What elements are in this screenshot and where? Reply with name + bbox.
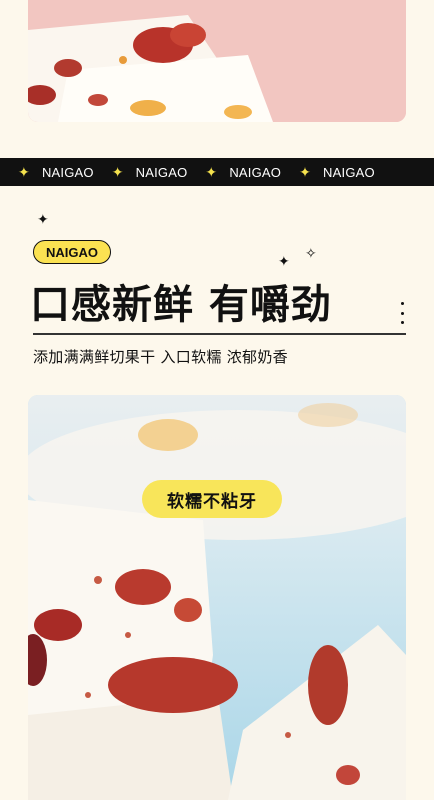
nougat-image-top — [28, 0, 406, 122]
ticker-label: NAIGAO — [135, 164, 188, 180]
sparkle-icon: ✦ — [278, 254, 290, 270]
sparkle-icon: ✦ — [18, 163, 30, 180]
sparkle-icon: ✦ — [111, 163, 124, 180]
ticker-label: NAIGAO — [229, 164, 282, 180]
ticker-label: NAIGAO — [41, 164, 94, 180]
more-dots-icon — [398, 302, 406, 324]
feature-bubble: 软糯不粘牙 — [142, 480, 282, 518]
nougat-image-main — [28, 395, 406, 800]
brand-badge-label: NAIGAO — [46, 244, 98, 260]
ticker-item: ✦ NAIGAO — [0, 164, 94, 181]
ticker-label: NAIGAO — [323, 164, 375, 180]
sparkle-icon: ✦ — [205, 163, 218, 180]
main-product-photo — [28, 395, 406, 800]
page-subtitle: 添加满满鲜切果干 入口软糯 浓郁奶香 — [33, 348, 288, 366]
brand-ticker-bar: ✦ NAIGAO ✦ NAIGAO ✦ NAIGAO ✦ NAIGAO — [0, 158, 434, 186]
sparkle-icon: ✦ — [37, 212, 49, 228]
top-product-photo — [28, 0, 406, 122]
page-headline: 口感新鲜 有嚼劲 — [30, 282, 332, 328]
divider — [33, 333, 406, 335]
sparkle-icon: ✧ — [305, 246, 317, 262]
ticker-item: ✦ NAIGAO — [187, 164, 281, 181]
ticker-item: ✦ NAIGAO — [94, 164, 188, 181]
ticker-item: ✦ NAIGAO — [281, 164, 375, 181]
brand-badge: NAIGAO — [33, 240, 111, 264]
sparkle-icon: ✦ — [299, 163, 312, 180]
feature-bubble-label: 软糯不粘牙 — [167, 491, 257, 512]
